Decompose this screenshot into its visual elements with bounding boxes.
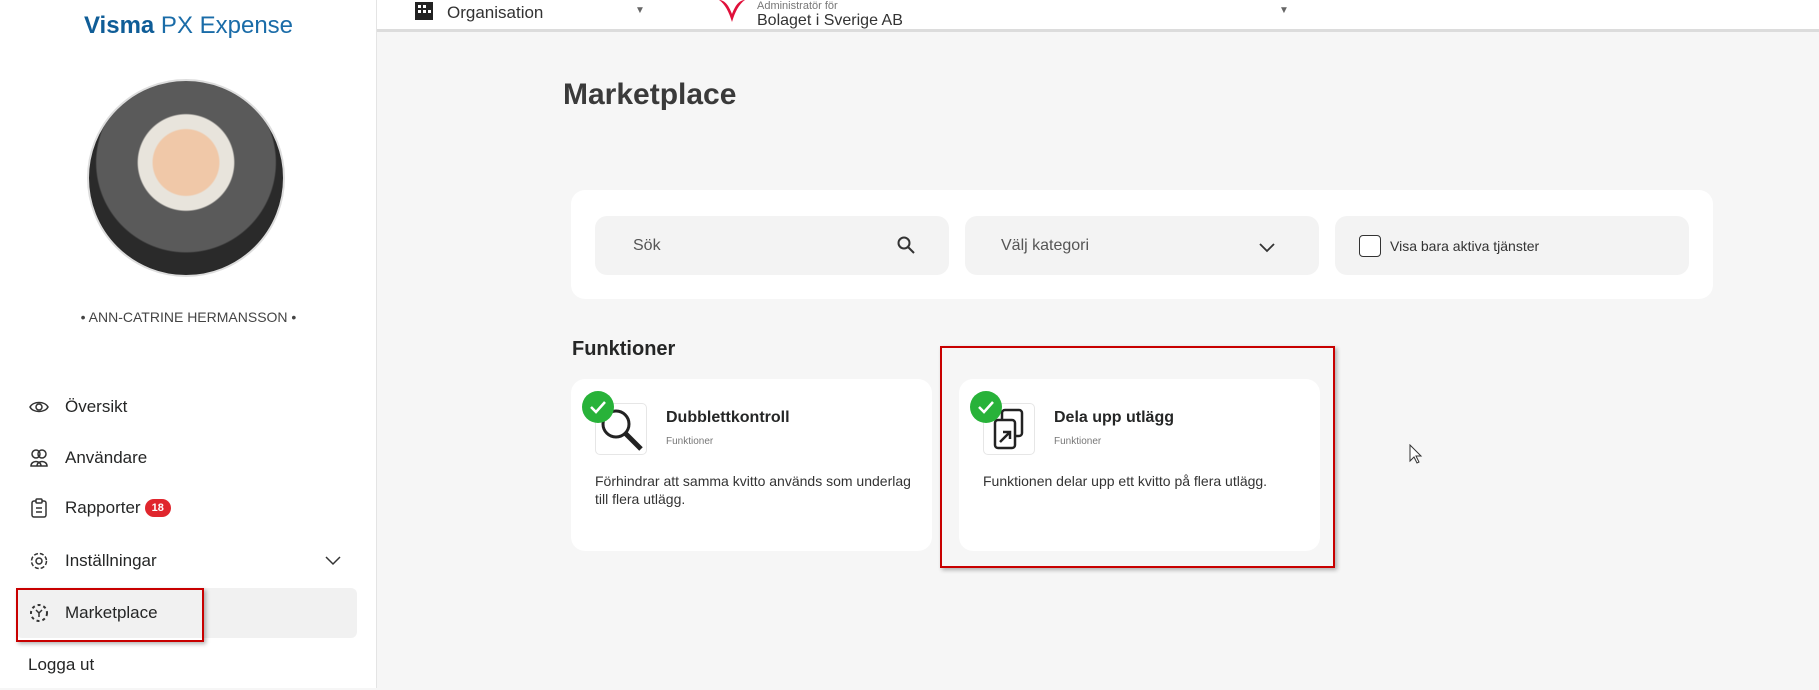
organisation-select[interactable]: Organisation: [447, 4, 543, 21]
category-placeholder: Välj kategori: [1001, 236, 1090, 254]
card-title: Dubblettkontroll: [666, 409, 790, 426]
checkbox-label: Visa bara aktiva tjänster: [1390, 237, 1540, 254]
sidebar-item-anvandare[interactable]: Användare: [0, 433, 377, 483]
admin-label: Administratör för: [757, 0, 838, 12]
active-only-checkbox[interactable]: Visa bara aktiva tjänster: [1335, 216, 1689, 275]
logout-label: Logga ut: [28, 655, 95, 674]
sidebar-item-label: Inställningar: [65, 551, 157, 570]
checkbox-box[interactable]: [1359, 234, 1381, 257]
chevron-down-icon[interactable]: [325, 551, 341, 571]
card-category: Funktioner: [666, 436, 714, 447]
highlight-box-marketplace: [16, 588, 204, 642]
app-logo: Visma PX Expense: [0, 12, 377, 40]
search-placeholder: Sök: [633, 236, 661, 254]
users-icon: [28, 447, 50, 469]
page-title: Marketplace: [563, 78, 737, 111]
brand-bold: Visma: [83, 12, 155, 39]
sidebar-item-label: Användare: [65, 448, 148, 467]
section-heading: Funktioner: [572, 338, 676, 360]
sidebar-item-oversikt[interactable]: Översikt: [0, 382, 377, 432]
service-card-dubblettkontroll[interactable]: Dubblettkontroll Funktioner Förhindrar a…: [571, 379, 932, 551]
active-check-icon: [582, 391, 614, 423]
chevron-down-icon: [1259, 240, 1275, 258]
category-select[interactable]: Välj kategori: [965, 216, 1319, 275]
clipboard-icon: [28, 497, 50, 519]
visma-logo-icon: [717, 0, 747, 29]
sidebar-item-rapporter[interactable]: Rapporter 18: [0, 483, 377, 533]
user-name: • ANN-CATRINE HERMANSSON •: [80, 309, 297, 325]
highlight-box-card: [940, 346, 1335, 568]
card-description: Förhindrar att samma kvitto används som …: [595, 473, 911, 507]
company-select[interactable]: Bolaget i Sverige AB: [757, 13, 903, 29]
avatar: [87, 79, 285, 277]
brand-rest: PX Expense: [154, 12, 294, 39]
caret-down-icon[interactable]: ▼: [635, 5, 645, 16]
reports-count-badge: 18: [144, 499, 171, 517]
top-bar: Organisation ▼ Administratör för Bolaget…: [377, 0, 1819, 32]
sidebar: Visma PX Expense • ANN-CATRINE HERMANSSO…: [0, 0, 377, 688]
search-input[interactable]: Sök: [595, 216, 949, 275]
search-icon[interactable]: [897, 236, 915, 259]
sidebar-item-label: Rapporter: [65, 498, 141, 517]
gear-icon: [28, 550, 50, 572]
eye-icon: [28, 396, 50, 418]
mouse-cursor-icon: [1409, 443, 1423, 469]
logout-link[interactable]: Logga ut: [0, 640, 377, 690]
sidebar-item-label: Översikt: [65, 397, 128, 416]
filter-panel: Sök Välj kategori Visa bara aktiva tjäns…: [571, 190, 1713, 299]
building-icon: [414, 2, 434, 25]
sidebar-item-installningar[interactable]: Inställningar: [0, 536, 377, 586]
caret-down-icon[interactable]: ▼: [1279, 5, 1289, 16]
